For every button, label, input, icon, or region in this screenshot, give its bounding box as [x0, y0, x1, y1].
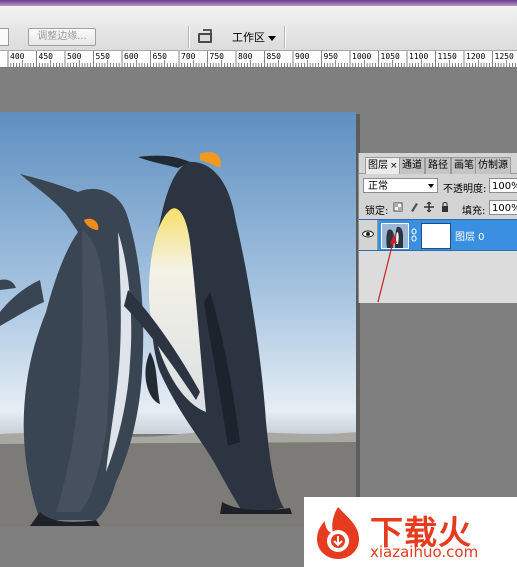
lock-all-icon[interactable] [440, 201, 450, 213]
document-canvas-penguin-photo[interactable] [0, 112, 356, 527]
brand-logo-icon [317, 507, 359, 559]
layer-name[interactable]: 图层 0 [455, 228, 485, 243]
ruler-label: 950 [323, 52, 338, 61]
ruler-label: 1050 [380, 52, 400, 61]
watermark: 下载火 xiazaihuo.com [304, 497, 517, 567]
fill-field[interactable]: 100% [489, 200, 517, 215]
options-separator [188, 26, 190, 48]
watermark-domain: xiazaihuo.com [370, 543, 479, 561]
ruler-label: 550 [95, 52, 110, 61]
chevron-down-icon [268, 35, 276, 41]
ruler-label: 900 [295, 52, 310, 61]
annotation-arrow [377, 234, 397, 303]
tab-paths[interactable]: 路径 [425, 157, 451, 174]
workspace-label: 工作区 [232, 31, 265, 44]
ruler-label: 500 [67, 52, 82, 61]
bridge-icon[interactable] [197, 28, 215, 44]
ruler-label: 650 [152, 52, 167, 61]
refine-edge-button[interactable]: 调整边缘... [28, 28, 96, 46]
tab-layers-label: 图层 [368, 160, 388, 171]
ruler-label: 1150 [437, 52, 457, 61]
workspace-menu-button[interactable]: 工作区 [232, 29, 276, 45]
tab-layers[interactable]: 图层 × [365, 157, 401, 174]
ruler-label: 750 [209, 52, 224, 61]
ruler-label: 600 [124, 52, 139, 61]
lock-position-icon[interactable] [424, 201, 434, 213]
ruler-label: 700 [181, 52, 196, 61]
fill-label: 填充: [462, 206, 486, 217]
ruler-label: 450 [38, 52, 53, 61]
lock-label: 锁定: [365, 206, 389, 217]
ruler-label: 1000 [352, 52, 372, 61]
blend-mode-select[interactable]: 正常 [363, 178, 438, 193]
tab-clone-source[interactable]: 仿制源 [475, 157, 511, 174]
layer-mask-thumbnail[interactable] [421, 223, 451, 249]
ruler-label: 1100 [409, 52, 429, 61]
lock-icons [393, 200, 452, 213]
lock-transparent-pixels-icon[interactable] [393, 201, 403, 213]
options-separator [284, 26, 286, 48]
chain-link-icon[interactable] [411, 228, 417, 242]
tab-brushes[interactable]: 画笔 [451, 157, 477, 174]
horizontal-ruler[interactable]: 400 450 500 550 600 650 700 750 800 850 900 950 1000… [0, 51, 517, 68]
ruler-label: 1200 [466, 52, 486, 61]
chevron-down-icon [428, 184, 434, 188]
options-field-edge[interactable] [0, 28, 9, 46]
close-icon[interactable]: × [390, 161, 398, 171]
ruler-label: 800 [238, 52, 253, 61]
ruler-label: 850 [266, 52, 281, 61]
opacity-field[interactable]: 100% [489, 178, 517, 193]
opacity-label: 不透明度: [443, 184, 487, 195]
panel-tabs: 图层 × 通道 路径 画笔 仿制源 [359, 157, 517, 174]
options-bar: 调整边缘... 工作区 [0, 6, 517, 51]
tab-channels[interactable]: 通道 [399, 157, 425, 174]
lock-image-pixels-icon[interactable] [409, 201, 419, 213]
blend-mode-value: 正常 [368, 181, 388, 192]
ruler-label: 1250 [494, 52, 514, 61]
ruler-label: 400 [10, 52, 25, 61]
